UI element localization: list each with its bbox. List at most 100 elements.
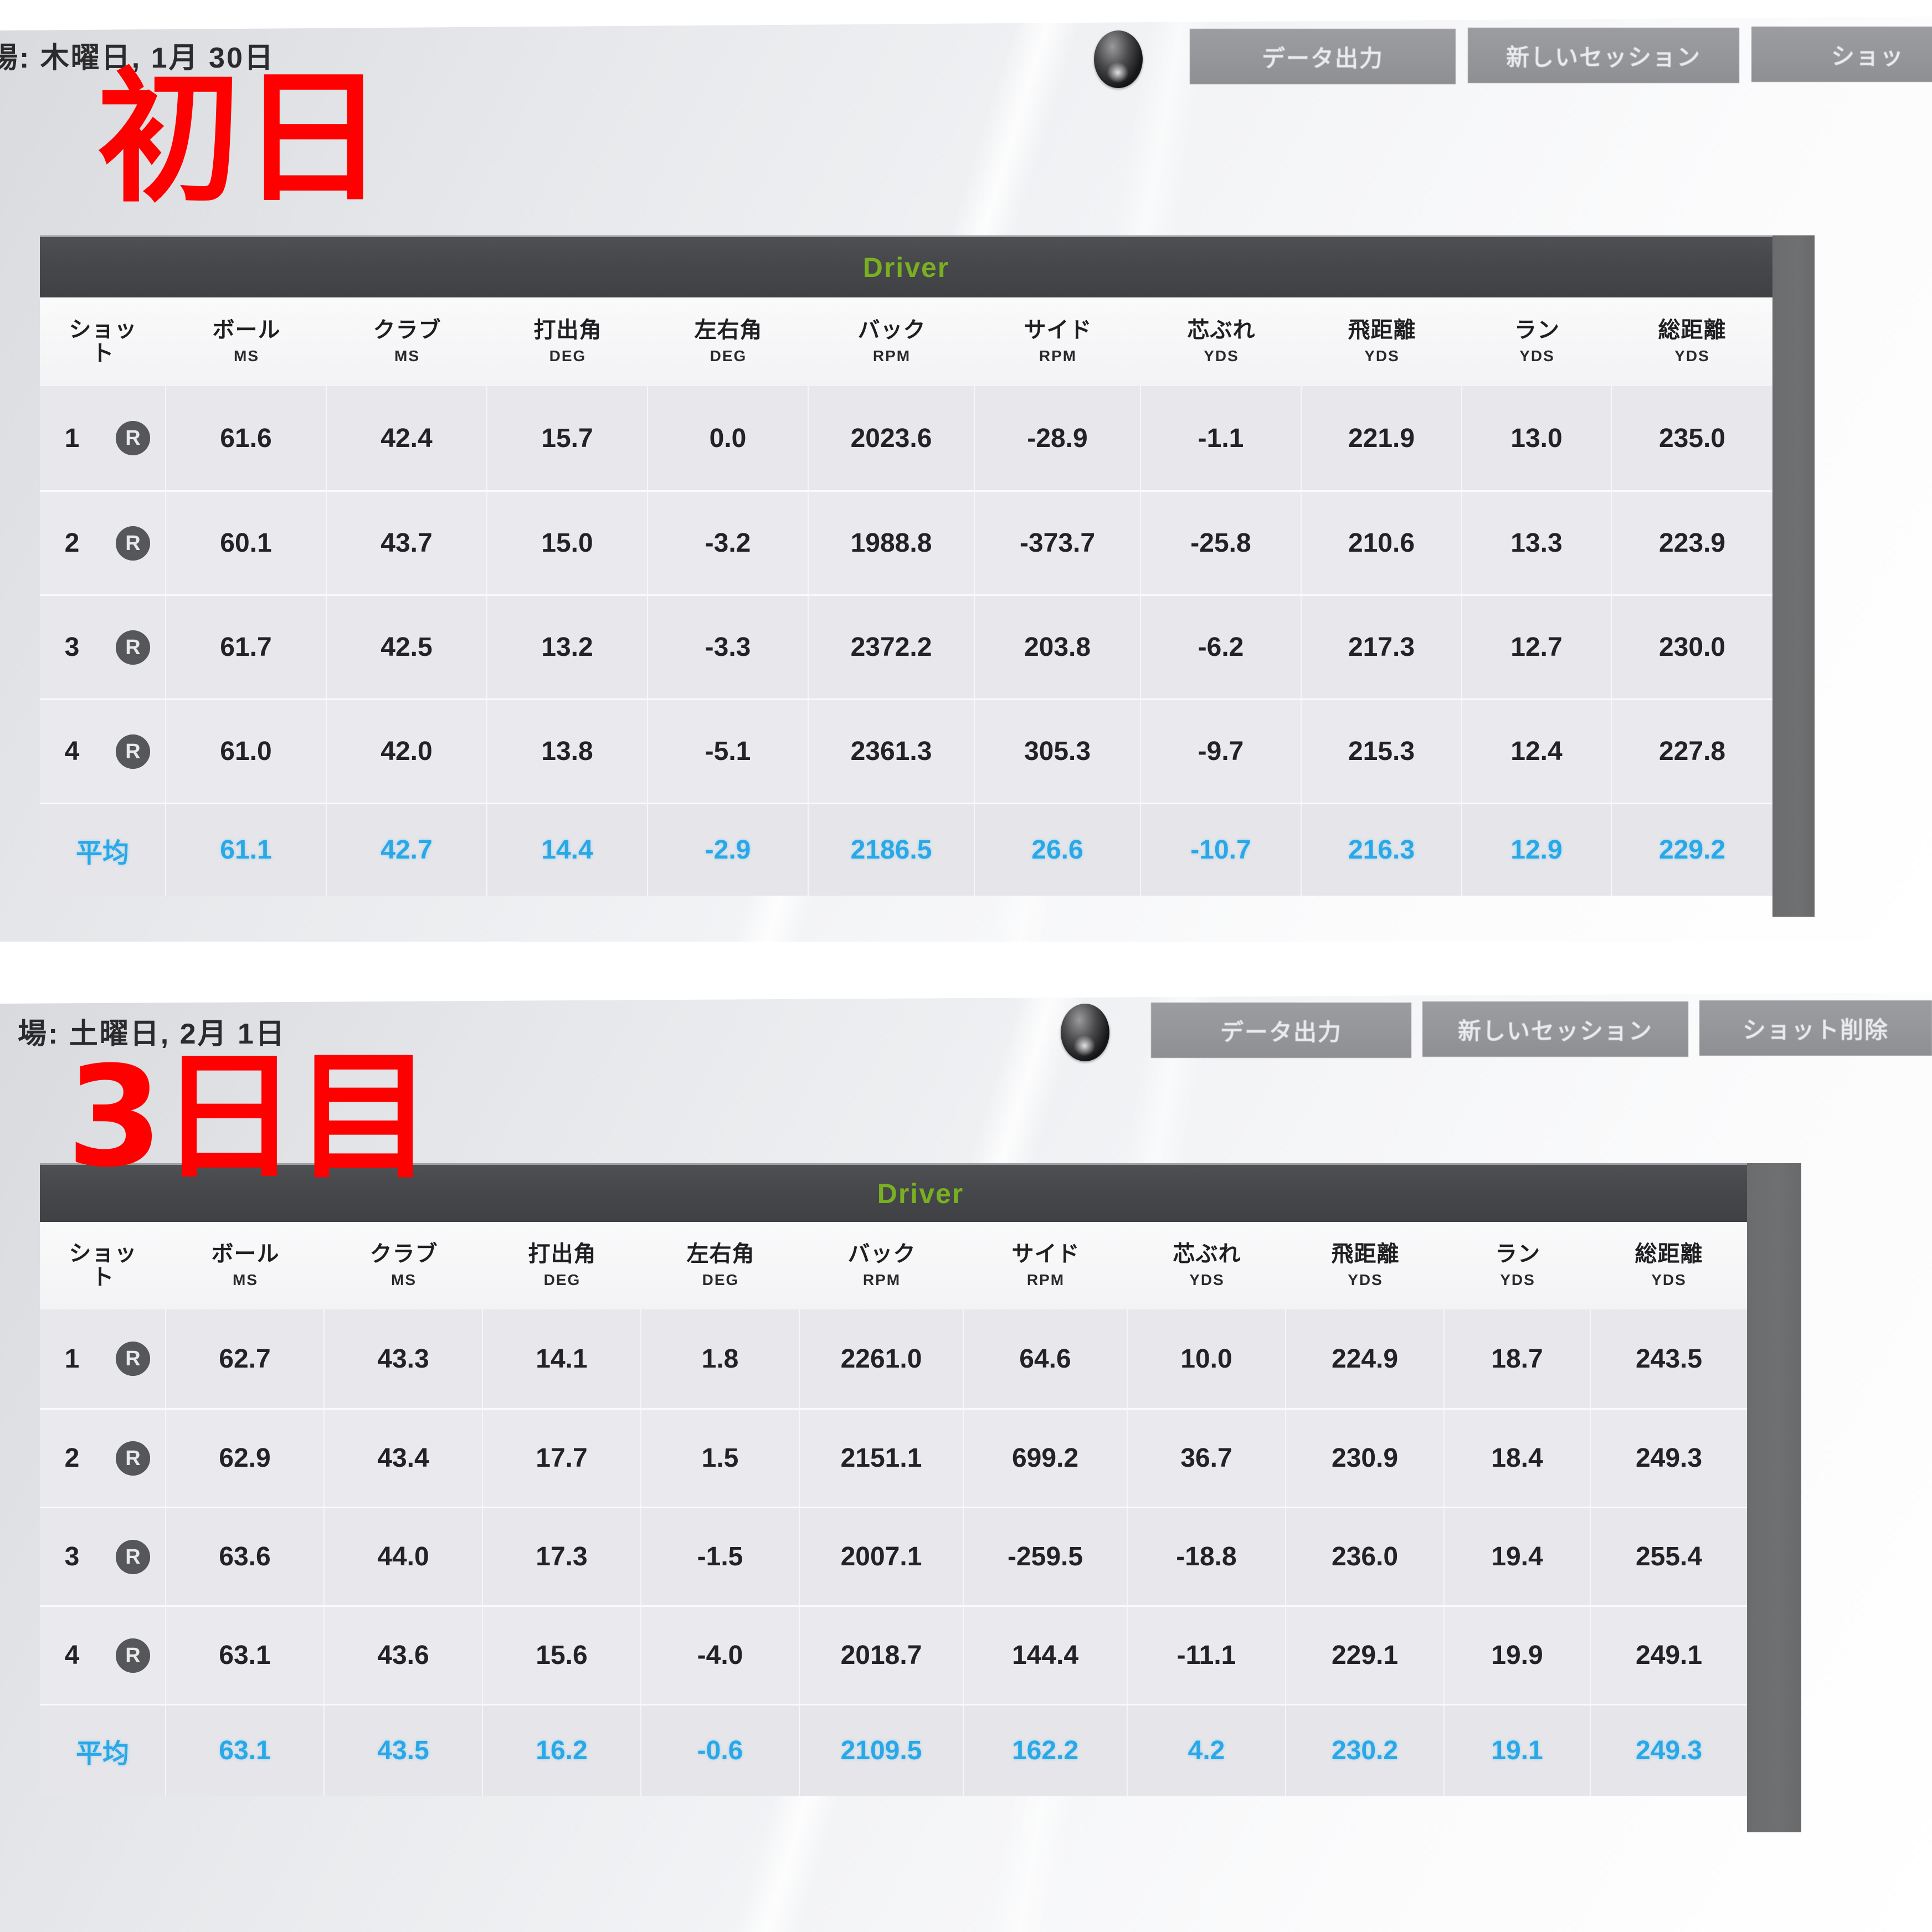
header-ball-speed: ボール MS: [166, 297, 327, 386]
cell-launch-angle: 17.3: [483, 1508, 641, 1605]
average-club-speed: 43.5: [325, 1705, 483, 1796]
shot-number: 3: [64, 1542, 80, 1571]
average-label: 平均: [40, 1705, 166, 1796]
header-backspin-jp: バック: [857, 318, 926, 343]
cell-launch-angle: 15.7: [487, 386, 648, 490]
right-handed-icon: R: [102, 1441, 163, 1476]
table-average-row: 平均 63.1 43.5 16.2 -0.6 2109.5 162.2 4.2 …: [40, 1704, 1747, 1796]
header-shot-line1: ショッ: [69, 1241, 137, 1266]
right-scroll-gutter[interactable]: [1772, 235, 1815, 917]
header-total-jp: 総距離: [1658, 318, 1727, 343]
cell-backspin: 2261.0: [800, 1309, 964, 1408]
right-handed-icon: R: [102, 734, 163, 769]
average-backspin: 2109.5: [800, 1705, 964, 1796]
delete-shot-button[interactable]: ショット削除: [1699, 1000, 1932, 1056]
header-run-unit: YDS: [1500, 1271, 1535, 1288]
header-sidespin-jp: サイド: [1011, 1242, 1080, 1267]
panel-separator: [0, 942, 1932, 987]
table-row[interactable]: 3 R 61.7 42.5 13.2 -3.3 2372.2 203.8 -6.…: [40, 594, 1772, 698]
header-shot-line1: ショッ: [69, 317, 137, 342]
right-handed-icon: R: [102, 1638, 163, 1673]
cell-backspin: 2023.6: [809, 386, 975, 490]
header-run: ラン YDS: [1462, 297, 1612, 386]
table-row[interactable]: 4 R 61.0 42.0 13.8 -5.1 2361.3 305.3 -9.…: [40, 698, 1772, 803]
export-data-button[interactable]: データ出力: [1151, 1003, 1411, 1058]
cell-run: 18.4: [1445, 1410, 1591, 1507]
cell-offline: -25.8: [1141, 492, 1302, 594]
cell-total: 249.1: [1591, 1607, 1747, 1704]
cell-total: 227.8: [1612, 700, 1772, 803]
average-label: 平均: [40, 804, 166, 896]
cell-sidespin: 144.4: [964, 1607, 1128, 1704]
table-row[interactable]: 3 R 63.6 44.0 17.3 -1.5 2007.1 -259.5 -1…: [40, 1507, 1747, 1605]
average-total: 249.3: [1591, 1705, 1747, 1796]
average-launch-angle: 14.4: [487, 804, 648, 896]
right-scroll-gutter[interactable]: [1747, 1163, 1801, 1832]
header-club-speed-unit: MS: [394, 347, 420, 364]
table-row[interactable]: 1 R 61.6 42.4 15.7 0.0 2023.6 -28.9 -1.1…: [40, 386, 1772, 490]
export-data-button[interactable]: データ出力: [1190, 29, 1456, 84]
new-session-button[interactable]: 新しいセッション: [1468, 28, 1739, 83]
cell-offline: -18.8: [1128, 1508, 1286, 1605]
average-club-speed: 42.7: [327, 804, 487, 896]
cell-total: 235.0: [1612, 386, 1772, 490]
shot-number: 1: [64, 1344, 80, 1374]
cell-club-speed: 42.5: [327, 596, 487, 698]
average-total: 229.2: [1612, 804, 1772, 896]
header-sidespin-unit: RPM: [1039, 347, 1077, 364]
table-header-row: ショッ ト ボール MS クラブ MS 打出角 DEG 左右角 DEG バック …: [40, 297, 1772, 386]
header-total-unit: YDS: [1674, 347, 1710, 364]
header-launch-angle-jp: 打出角: [533, 318, 602, 343]
header-offline-jp: 芯ぶれ: [1187, 318, 1256, 343]
cell-run: 12.7: [1462, 596, 1612, 698]
cell-total: 243.5: [1591, 1309, 1747, 1408]
header-carry: 飛距離 YDS: [1286, 1222, 1445, 1309]
cell-launch-angle: 14.1: [483, 1309, 641, 1408]
cell-shot: 2 R: [40, 492, 166, 594]
cell-launch-angle: 13.2: [487, 596, 648, 698]
right-handed-icon: R: [102, 630, 163, 665]
table-row[interactable]: 4 R 63.1 43.6 15.6 -4.0 2018.7 144.4 -11…: [40, 1605, 1747, 1704]
shot-number: 4: [64, 737, 80, 766]
table-row[interactable]: 1 R 62.7 43.3 14.1 1.8 2261.0 64.6 10.0 …: [40, 1309, 1747, 1408]
header-side-angle: 左右角 DEG: [648, 297, 809, 386]
table-average-row: 平均 61.1 42.7 14.4 -2.9 2186.5 26.6 -10.7…: [40, 803, 1772, 896]
delete-shot-button[interactable]: ショッ: [1751, 27, 1932, 82]
cell-offline: -9.7: [1141, 700, 1302, 803]
header-launch-angle-unit: DEG: [543, 1271, 581, 1288]
cell-ball-speed: 61.7: [166, 596, 327, 698]
annotation-first-day: 初日: [97, 55, 385, 222]
cell-sidespin: -373.7: [975, 492, 1141, 594]
cell-shot: 2 R: [40, 1410, 166, 1507]
ball-indicator-icon: [1061, 1004, 1109, 1061]
header-offline: 芯ぶれ YDS: [1128, 1222, 1286, 1309]
average-sidespin: 26.6: [975, 804, 1141, 896]
header-total-unit: YDS: [1651, 1271, 1687, 1288]
average-offline: -10.7: [1141, 804, 1302, 896]
cell-backspin: 2007.1: [800, 1508, 964, 1605]
cell-ball-speed: 62.7: [166, 1309, 325, 1408]
cell-side-angle: -3.2: [648, 492, 809, 594]
header-shot: ショッ ト: [40, 297, 166, 386]
cell-carry: 230.9: [1286, 1410, 1445, 1507]
cell-run: 18.7: [1445, 1309, 1591, 1408]
header-club-speed-jp: クラブ: [373, 318, 441, 343]
average-launch-angle: 16.2: [483, 1705, 641, 1796]
cell-backspin: 2372.2: [809, 596, 975, 698]
shot-number: 4: [64, 1641, 80, 1670]
cell-total: 249.3: [1591, 1410, 1747, 1507]
table-row[interactable]: 2 R 60.1 43.7 15.0 -3.2 1988.8 -373.7 -2…: [40, 490, 1772, 594]
header-side-angle-jp: 左右角: [686, 1242, 755, 1267]
cell-side-angle: -3.3: [648, 596, 809, 698]
cell-shot: 3 R: [40, 596, 166, 698]
header-ball-speed-jp: ボール: [212, 318, 281, 343]
cell-carry: 221.9: [1302, 386, 1462, 490]
table-row[interactable]: 2 R 62.9 43.4 17.7 1.5 2151.1 699.2 36.7…: [40, 1408, 1747, 1507]
header-total: 総距離 YDS: [1612, 297, 1772, 386]
header-launch-angle: 打出角 DEG: [483, 1222, 641, 1309]
new-session-button[interactable]: 新しいセッション: [1422, 1001, 1688, 1057]
cell-offline: -6.2: [1141, 596, 1302, 698]
session-panel-third-day: 場: 土曜日, 2月 1日 データ出力 新しいセッション ショット削除 Driv…: [0, 987, 1932, 1932]
header-sidespin: サイド RPM: [964, 1222, 1128, 1309]
header-shot-line2: ト: [91, 341, 115, 366]
